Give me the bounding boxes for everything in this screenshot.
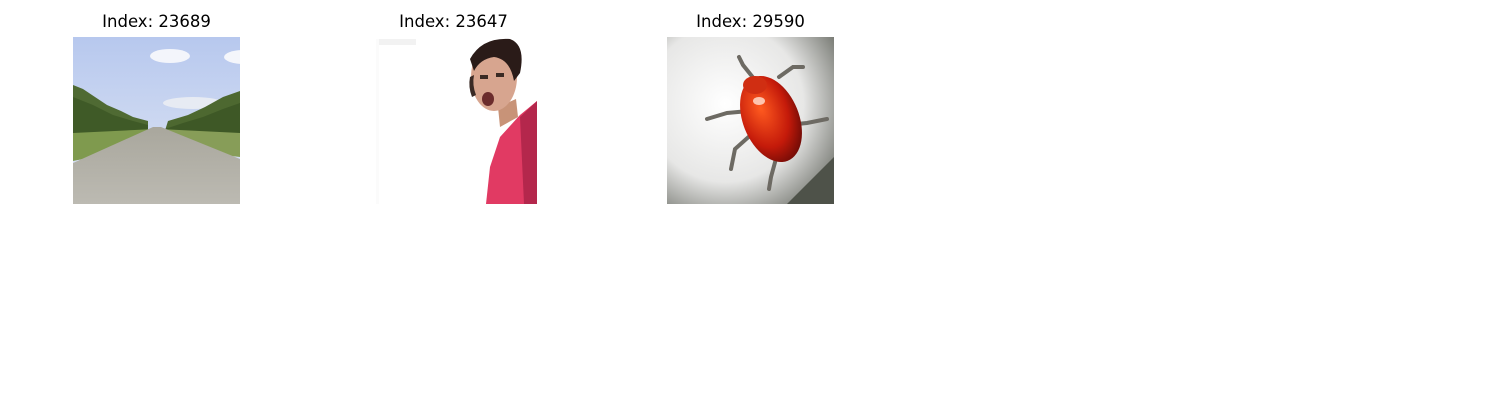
panel-title: Index: 29590 <box>696 12 805 31</box>
person-portrait-image <box>370 37 537 204</box>
person-portrait-thumbnail <box>370 37 537 204</box>
red-beetle-thumbnail <box>667 37 834 204</box>
panel-title: Index: 23647 <box>399 12 508 31</box>
road-landscape-thumbnail <box>73 37 240 204</box>
road-landscape-image <box>73 37 240 204</box>
red-beetle-image <box>667 37 834 204</box>
panel-title: Index: 23689 <box>102 12 211 31</box>
